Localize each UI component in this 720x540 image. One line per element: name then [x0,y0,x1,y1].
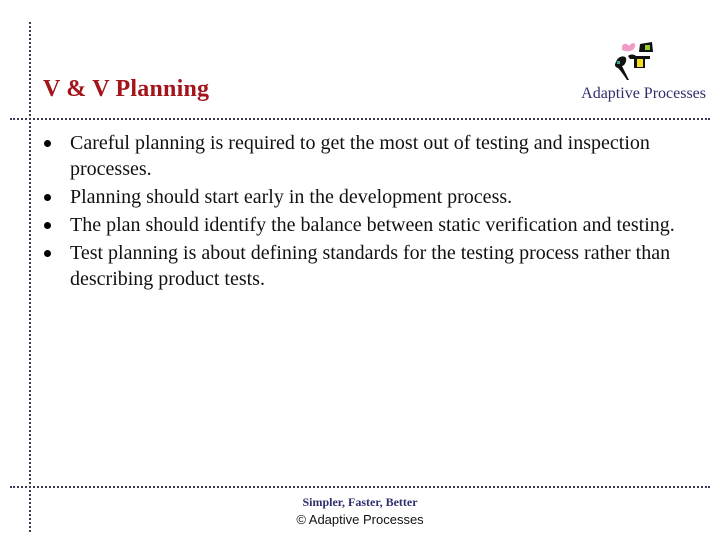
bullet-text: Test planning is about defining standard… [70,242,671,290]
bullet-text: Planning should start early in the devel… [70,186,513,208]
bullet-item: Planning should start early in the devel… [44,184,694,210]
bullet-item: The plan should identify the balance bet… [44,212,694,238]
bullet-text: Careful planning is required to get the … [70,132,650,180]
adaptive-processes-logo-icon [612,38,664,82]
footer-copyright: © Adaptive Processes [296,512,424,527]
left-dotted-rule [29,22,31,532]
footer-dotted-rule [10,486,710,488]
bullet-item: Test planning is about defining standard… [44,240,694,292]
bullet-icon [44,222,51,229]
footer-tagline: Simpler, Faster, Better [302,495,418,509]
brand-name: Adaptive Processes [581,85,706,102]
bullet-text: The plan should identify the balance bet… [70,214,675,236]
bullet-icon [44,250,51,257]
bullet-icon [44,140,51,147]
bullet-item: Careful planning is required to get the … [44,130,694,182]
bullet-list: Careful planning is required to get the … [44,130,694,294]
bullet-icon [44,194,51,201]
slide-title: V & V Planning [43,76,210,102]
header-dotted-rule [10,118,710,120]
